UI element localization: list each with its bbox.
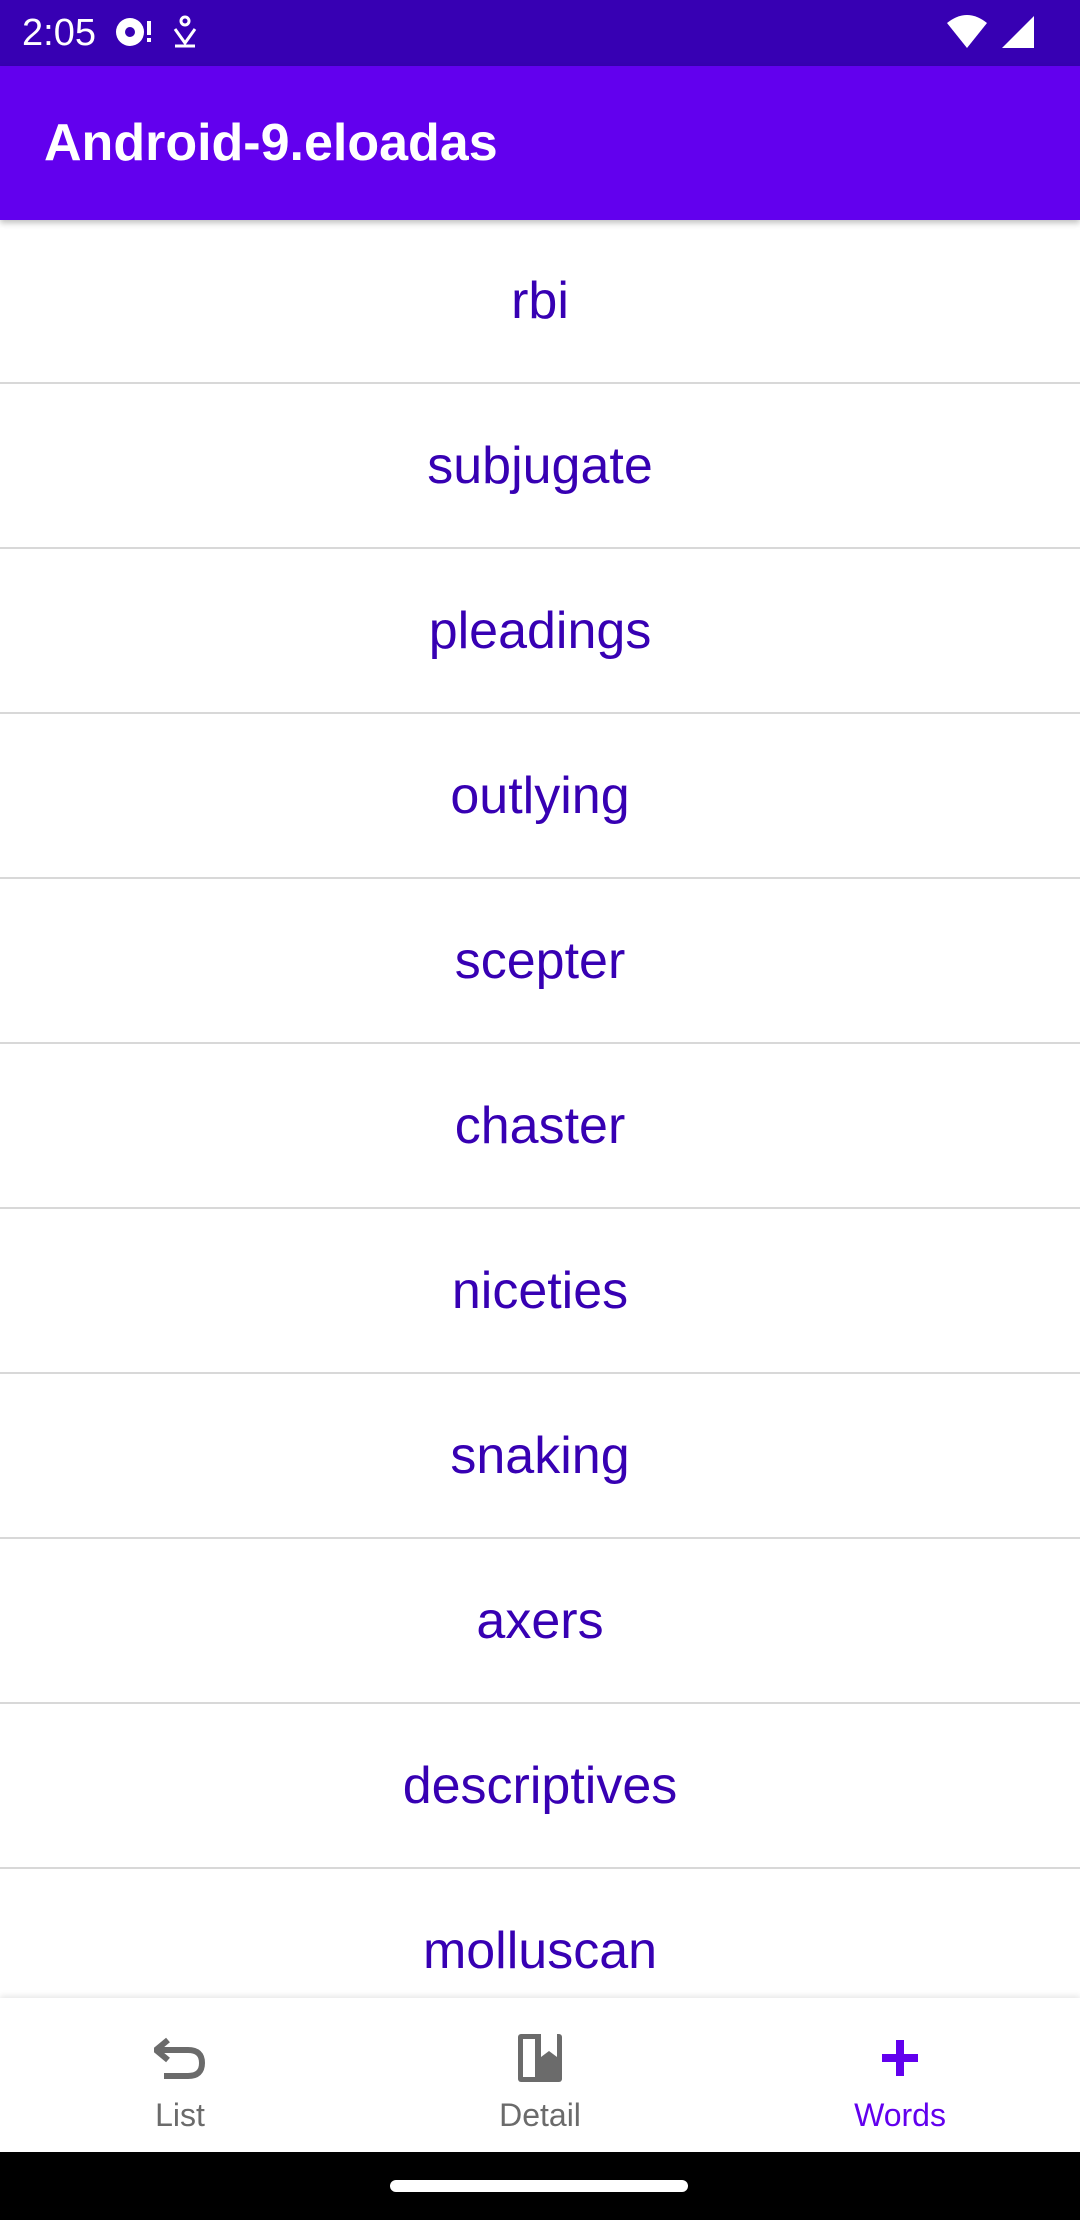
word-label: snaking [450, 1427, 630, 1485]
nav-label-detail: Detail [499, 2097, 581, 2133]
word-label: pleadings [428, 602, 652, 660]
word-label: outlying [450, 767, 630, 825]
list-item[interactable]: outlying [0, 715, 1080, 879]
gesture-navigation-bar [0, 2152, 1080, 2220]
nav-item-detail[interactable]: Detail [360, 1998, 720, 2152]
bottom-navigation: List Detail Words [0, 1998, 1080, 2152]
wifi-icon [946, 14, 988, 54]
bookmark-book-icon [510, 2028, 570, 2088]
word-label: molluscan [422, 1922, 658, 1980]
list-item[interactable]: niceties [0, 1210, 1080, 1374]
word-label: chaster [454, 1097, 626, 1155]
app-bar: Android-9.eloadas [0, 66, 1080, 220]
list-item[interactable]: subjugate [0, 385, 1080, 549]
word-label: axers [476, 1592, 604, 1650]
list-item[interactable]: pleadings [0, 550, 1080, 714]
status-left-icons [114, 14, 198, 54]
nav-item-list[interactable]: List [0, 1998, 360, 2152]
nav-label-words: Words [854, 2097, 946, 2133]
nav-item-words[interactable]: Words [720, 1998, 1080, 2152]
list-item[interactable]: molluscan [0, 1870, 1080, 1998]
app-title: Android-9.eloadas [44, 114, 498, 172]
list-item[interactable]: axers [0, 1540, 1080, 1704]
list-item[interactable]: snaking [0, 1375, 1080, 1539]
home-gesture-handle[interactable] [390, 2180, 688, 2192]
list-item[interactable]: descriptives [0, 1705, 1080, 1869]
status-time: 2:05 [22, 12, 96, 54]
media-notification-icon [114, 15, 154, 54]
list-item[interactable]: scepter [0, 880, 1080, 1044]
download-notification-icon [172, 15, 198, 54]
nav-label-list: List [155, 2097, 205, 2133]
screen: 2:05 Android-9.eloadas rbi subjugate ple… [0, 0, 1080, 2220]
status-bar: 2:05 [0, 0, 1080, 66]
plus-icon [870, 2028, 930, 2088]
word-label: descriptives [402, 1757, 678, 1815]
word-label: niceties [451, 1262, 629, 1320]
word-label: scepter [454, 932, 626, 990]
word-label: rbi [511, 272, 569, 330]
list-item[interactable]: chaster [0, 1045, 1080, 1209]
undo-arrow-icon [150, 2028, 210, 2088]
cellular-signal-icon [1000, 15, 1036, 54]
status-right-icons [946, 14, 1036, 54]
word-label: subjugate [427, 437, 653, 495]
word-list[interactable]: rbi subjugate pleadings outlying scepter… [0, 220, 1080, 1998]
list-item[interactable]: rbi [0, 220, 1080, 384]
